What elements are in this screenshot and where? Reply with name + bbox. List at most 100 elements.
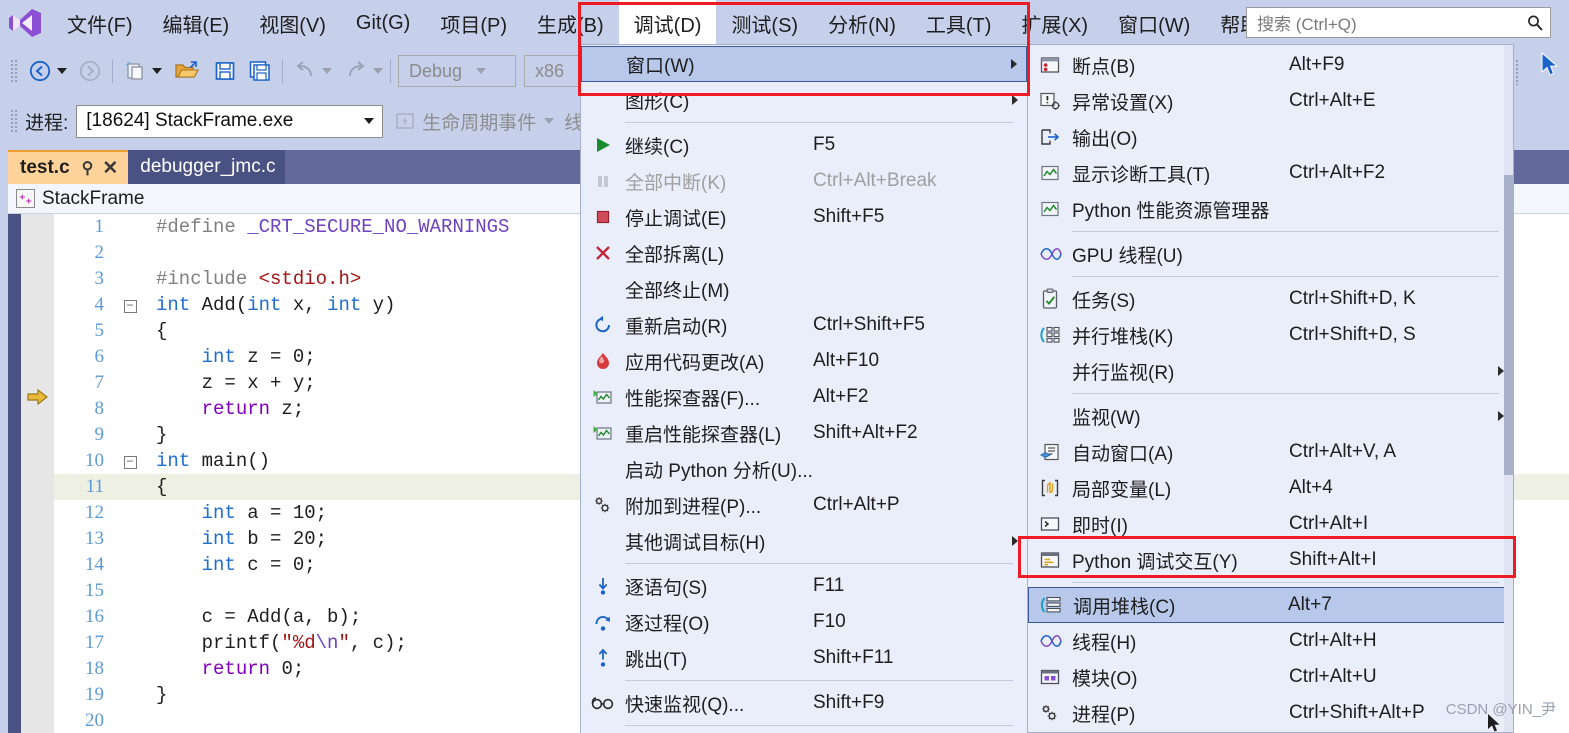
menu-item-即时i[interactable]: 即时(I) Ctrl+Alt+I [1028, 506, 1513, 542]
search-input[interactable]: 搜索 (Ctrl+Q) [1257, 10, 1526, 35]
locals-icon [1028, 478, 1072, 498]
menu-item-shortcut: Alt+4 [1289, 477, 1333, 498]
new-item-button[interactable] [120, 54, 150, 88]
menu-item-label: 显示诊断工具(T) [1072, 164, 1211, 186]
solution-configuration-value: Debug [409, 60, 463, 81]
menu-item-11[interactable]: 窗口(W) [1103, 0, 1205, 46]
code-text: int z = 0; [201, 346, 316, 368]
menu-item-gpu线程u[interactable]: GPU 线程(U) [1028, 236, 1513, 272]
menu-item-9[interactable]: 工具(T) [911, 0, 1007, 46]
process-combo[interactable]: [18624] StackFrame.exe [76, 104, 384, 138]
menu-item-1[interactable]: 编辑(E) [148, 0, 245, 46]
menu-item-重新启动r[interactable]: 重新启动(R) Ctrl+Shift+F5 [581, 307, 1027, 343]
menu-item-全部中断k[interactable]: 全部中断(K) Ctrl+Alt+Break [581, 163, 1027, 199]
lifecycle-dropdown-icon[interactable] [544, 118, 555, 124]
submenu-arrow-icon [1003, 535, 1027, 547]
editor-indicator-margin[interactable] [21, 214, 54, 733]
menu-item-全部终止m[interactable]: 全部终止(M) [581, 271, 1027, 307]
lifecycle-events-icon [395, 111, 415, 131]
debug-windows-submenu[interactable]: 断点(B) Alt+F9 异常设置(X) Ctrl+Alt+E 输出(O) 显示诊断工具(… [1027, 44, 1514, 733]
menu-item-继续c[interactable]: 继续(C) F5 [581, 127, 1027, 163]
close-icon[interactable]: ✕ [102, 157, 118, 180]
line-number: 9 [94, 424, 105, 445]
save-button[interactable] [210, 54, 240, 88]
editor-tab-debugger-jmc-c[interactable]: debugger_jmc.c [128, 150, 286, 184]
navigate-back-dropdown-icon[interactable] [57, 68, 67, 74]
menu-item-shortcut: Ctrl+Alt+U [1289, 666, 1377, 687]
menu-item-label: 性能探查器(F)... [625, 388, 761, 410]
immediate-window-icon [1028, 515, 1072, 533]
menu-item-python调试交互y[interactable]: Python 调试交互(Y) Shift+Alt+I [1028, 542, 1513, 578]
menu-item-模块o[interactable]: 模块(O) Ctrl+Alt+U [1028, 659, 1513, 695]
menu-item-附加到进程p[interactable]: 附加到进程(P)... Ctrl+Alt+P [581, 487, 1027, 523]
toolbar-gripper[interactable] [10, 59, 18, 83]
menu-item-逐过程o[interactable]: 逐过程(O) F10 [581, 604, 1027, 640]
menu-item-3[interactable]: Git(G) [341, 0, 425, 46]
menu-item-8[interactable]: 分析(N) [813, 0, 911, 46]
submenu-arrow-icon [1003, 94, 1027, 106]
menu-item-监视w[interactable]: 监视(W) [1028, 398, 1513, 434]
visual-studio-logo-icon [8, 7, 42, 39]
submenu-scrollbar-thumb[interactable] [1504, 175, 1513, 475]
menu-item-窗口w[interactable]: 窗口(W) [581, 46, 1027, 82]
menu-item-性能探查器f[interactable]: 性能探查器(F)... Alt+F2 [581, 379, 1027, 415]
menu-item-7[interactable]: 测试(S) [716, 0, 813, 46]
navigation-bar-scope[interactable]: StackFrame [42, 188, 144, 210]
menu-item-4[interactable]: 项目(P) [425, 0, 522, 46]
menu-item-图形c[interactable]: 图形(C) [581, 82, 1027, 118]
debug-toolbar-gripper[interactable] [10, 109, 18, 133]
menu-item-显示诊断工具t[interactable]: 显示诊断工具(T) Ctrl+Alt+F2 [1028, 155, 1513, 191]
save-all-button[interactable] [245, 54, 275, 88]
menu-item-快速监视q[interactable]: 快速监视(Q)... Shift+F9 [581, 685, 1027, 721]
navigate-back-button[interactable] [25, 54, 55, 88]
menu-item-线程h[interactable]: 线程(H) Ctrl+Alt+H [1028, 623, 1513, 659]
fold-collapse-icon[interactable]: − [120, 297, 140, 314]
menu-item-python性能资源管理器[interactable]: Python 性能资源管理器 [1028, 191, 1513, 227]
menu-item-shortcut: Shift+F5 [813, 206, 885, 227]
menu-item-5[interactable]: 生成(B) [522, 0, 619, 46]
menu-item-调用堆栈c[interactable]: 调用堆栈(C) Alt+7 [1028, 587, 1513, 623]
menu-item-输出o[interactable]: 输出(O) [1028, 119, 1513, 155]
menu-item-6[interactable]: 调试(D) [618, 0, 717, 46]
menu-item-异常设置x[interactable]: 异常设置(X) Ctrl+Alt+E [1028, 83, 1513, 119]
menu-item-并行监视r[interactable]: 并行监视(R) [1028, 353, 1513, 389]
menu-item-进程p[interactable]: 进程(P) Ctrl+Shift+Alt+P [1028, 695, 1513, 731]
menu-item-停止调试e[interactable]: 停止调试(E) Shift+F5 [581, 199, 1027, 235]
menu-item-局部变量l[interactable]: 局部变量(L) Alt+4 [1028, 470, 1513, 506]
menu-item-0[interactable]: 文件(F) [52, 0, 148, 46]
navigate-forward-button[interactable] [75, 54, 105, 88]
menu-item-应用代码更改a[interactable]: 应用代码更改(A) Alt+F10 [581, 343, 1027, 379]
search-box[interactable]: 搜索 (Ctrl+Q) [1246, 7, 1551, 38]
menu-item-其他调试目标h[interactable]: 其他调试目标(H) [581, 523, 1027, 559]
menu-item-逐语句s[interactable]: 逐语句(S) F11 [581, 568, 1027, 604]
menu-separator [625, 680, 1013, 681]
submenu-scrollbar[interactable] [1504, 45, 1513, 732]
menu-item-label: 图形(C) [625, 91, 690, 113]
solution-platform-combo[interactable]: x86 [524, 55, 584, 87]
menu-item-断点b[interactable]: 断点(B) Alt+F9 [1028, 47, 1513, 83]
undo-button[interactable] [290, 54, 320, 88]
menu-item-shortcut: Shift+Alt+F2 [813, 422, 918, 443]
line-number: 16 [85, 606, 104, 627]
menu-item-自动窗口a[interactable]: 自动窗口(A) Ctrl+Alt+V, A [1028, 434, 1513, 470]
menu-item-全部拆离l[interactable]: 全部拆离(L) [581, 235, 1027, 271]
menu-item-任务s[interactable]: 任务(S) Ctrl+Shift+D, K [1028, 281, 1513, 317]
line-number: 1 [94, 216, 105, 237]
fold-collapse-icon[interactable]: − [120, 453, 140, 470]
redo-dropdown-icon[interactable] [373, 68, 383, 74]
open-file-button[interactable] [171, 54, 203, 88]
solution-configuration-combo[interactable]: Debug [398, 55, 516, 87]
processes-icon [1028, 703, 1072, 723]
new-item-dropdown-icon[interactable] [152, 68, 162, 74]
menu-item-并行堆栈k[interactable]: 并行堆栈(K) Ctrl+Shift+D, S [1028, 317, 1513, 353]
menu-item-10[interactable]: 扩展(X) [1006, 0, 1103, 46]
menu-item-跳出t[interactable]: 跳出(T) Shift+F11 [581, 640, 1027, 676]
pin-icon[interactable]: ⚲ [82, 158, 94, 178]
menu-item-启动python分析u[interactable]: 启动 Python 分析(U)... [581, 451, 1027, 487]
menu-item-2[interactable]: 视图(V) [244, 0, 341, 46]
debug-menu-dropdown[interactable]: 窗口(W) 图形(C) 继续(C) F5 全部中断(K) Ctrl+Alt+Break 停止… [580, 44, 1028, 733]
undo-dropdown-icon[interactable] [322, 68, 332, 74]
redo-button[interactable] [341, 54, 371, 88]
editor-tab-test-c[interactable]: test.c ⚲ ✕ [8, 150, 129, 184]
menu-item-重启性能探查器l[interactable]: 重启性能探查器(L) Shift+Alt+F2 [581, 415, 1027, 451]
